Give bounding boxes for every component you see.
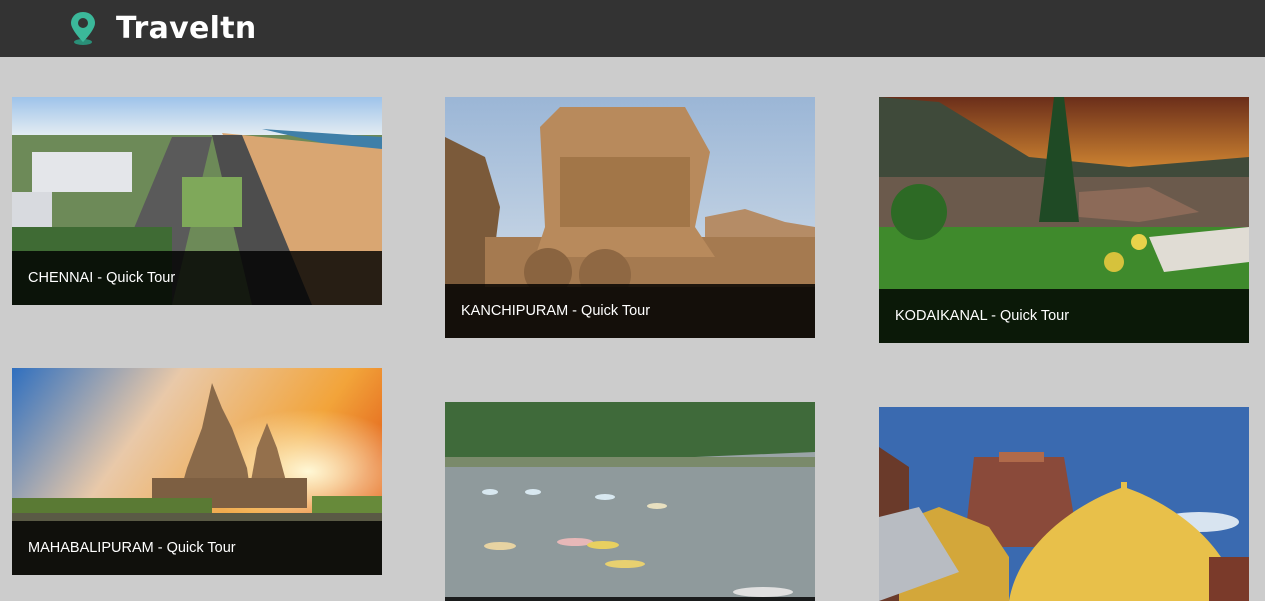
map-pin-icon — [71, 12, 95, 45]
tour-card-chennai[interactable]: CHENNAI - Quick Tour — [12, 97, 382, 305]
brand-name: Traveltn — [116, 10, 257, 46]
tour-card-temple[interactable] — [879, 407, 1249, 601]
golden-temple-dome-photo — [879, 407, 1249, 601]
tour-card-mahabalipuram[interactable]: MAHABALIPURAM - Quick Tour — [12, 368, 382, 575]
lake-boating-photo — [445, 402, 815, 601]
tour-caption: CHENNAI - Quick Tour — [12, 251, 382, 305]
tour-card-lake[interactable] — [445, 402, 815, 601]
top-navbar: Traveltn — [0, 0, 1265, 57]
tour-caption: KANCHIPURAM - Quick Tour — [445, 284, 815, 338]
brand-link[interactable]: Traveltn — [68, 6, 257, 50]
tour-caption: KODAIKANAL - Quick Tour — [879, 289, 1249, 343]
tour-card-kanchipuram[interactable]: KANCHIPURAM - Quick Tour — [445, 97, 815, 338]
tour-card-kodaikanal[interactable]: KODAIKANAL - Quick Tour — [879, 97, 1249, 343]
tour-caption: MAHABALIPURAM - Quick Tour — [12, 521, 382, 575]
tour-caption — [445, 597, 815, 601]
